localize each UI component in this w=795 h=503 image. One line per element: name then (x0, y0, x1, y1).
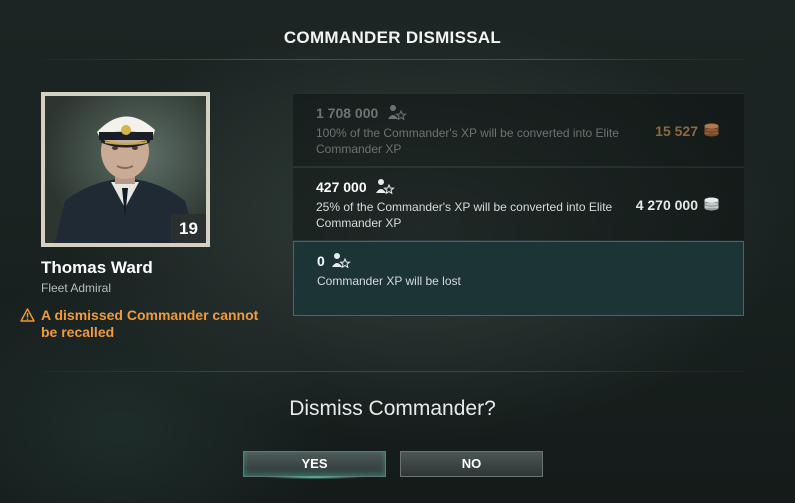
dismissal-options: 1 708 000 100% of the Commander's XP wil… (293, 93, 744, 316)
option-description: 25% of the Commander's XP will be conver… (316, 200, 613, 230)
elite-xp-icon (388, 105, 407, 121)
elite-xp-icon (332, 253, 351, 269)
option-convert-100[interactable]: 1 708 000 100% of the Commander's XP wil… (293, 93, 744, 166)
elite-xp-icon (376, 179, 395, 195)
commander-name: Thomas Ward (41, 258, 153, 277)
dialog-title: COMMANDER DISMISSAL (283, 28, 502, 47)
confirm-question: Dismiss Commander? (289, 397, 496, 420)
bottom-divider (42, 371, 744, 372)
option-cost: 4 270 000 (635, 197, 698, 213)
option-lose-xp[interactable]: 0 Commander XP will be lost (293, 241, 744, 316)
commander-dismissal-dialog: COMMANDER DISMISSAL 19 Thomas Ward Fleet… (0, 0, 795, 503)
yes-button[interactable]: YES (243, 451, 386, 479)
portrait-image: 19 (45, 96, 206, 243)
option-xp-value: 1 708 000 (316, 105, 379, 121)
commander-level-badge: 19 (171, 214, 206, 243)
top-divider (42, 59, 744, 60)
doubloons-icon (704, 123, 719, 137)
commander-portrait: 19 (41, 92, 210, 247)
warning-icon (20, 308, 35, 322)
no-button[interactable]: NO (400, 451, 543, 477)
option-xp-value: 427 000 (316, 179, 367, 195)
option-xp-value: 0 (317, 253, 325, 269)
option-cost: 15 527 (655, 123, 698, 139)
option-convert-25[interactable]: 427 000 25% of the Commander's XP will b… (293, 167, 744, 240)
option-description: 100% of the Commander's XP will be conve… (316, 126, 619, 156)
commander-rank: Fleet Admiral (41, 281, 112, 295)
warning-text: A dismissed Commander cannot be recalled (41, 307, 259, 340)
option-description: Commander XP will be lost (317, 274, 461, 288)
credits-icon (704, 197, 719, 211)
